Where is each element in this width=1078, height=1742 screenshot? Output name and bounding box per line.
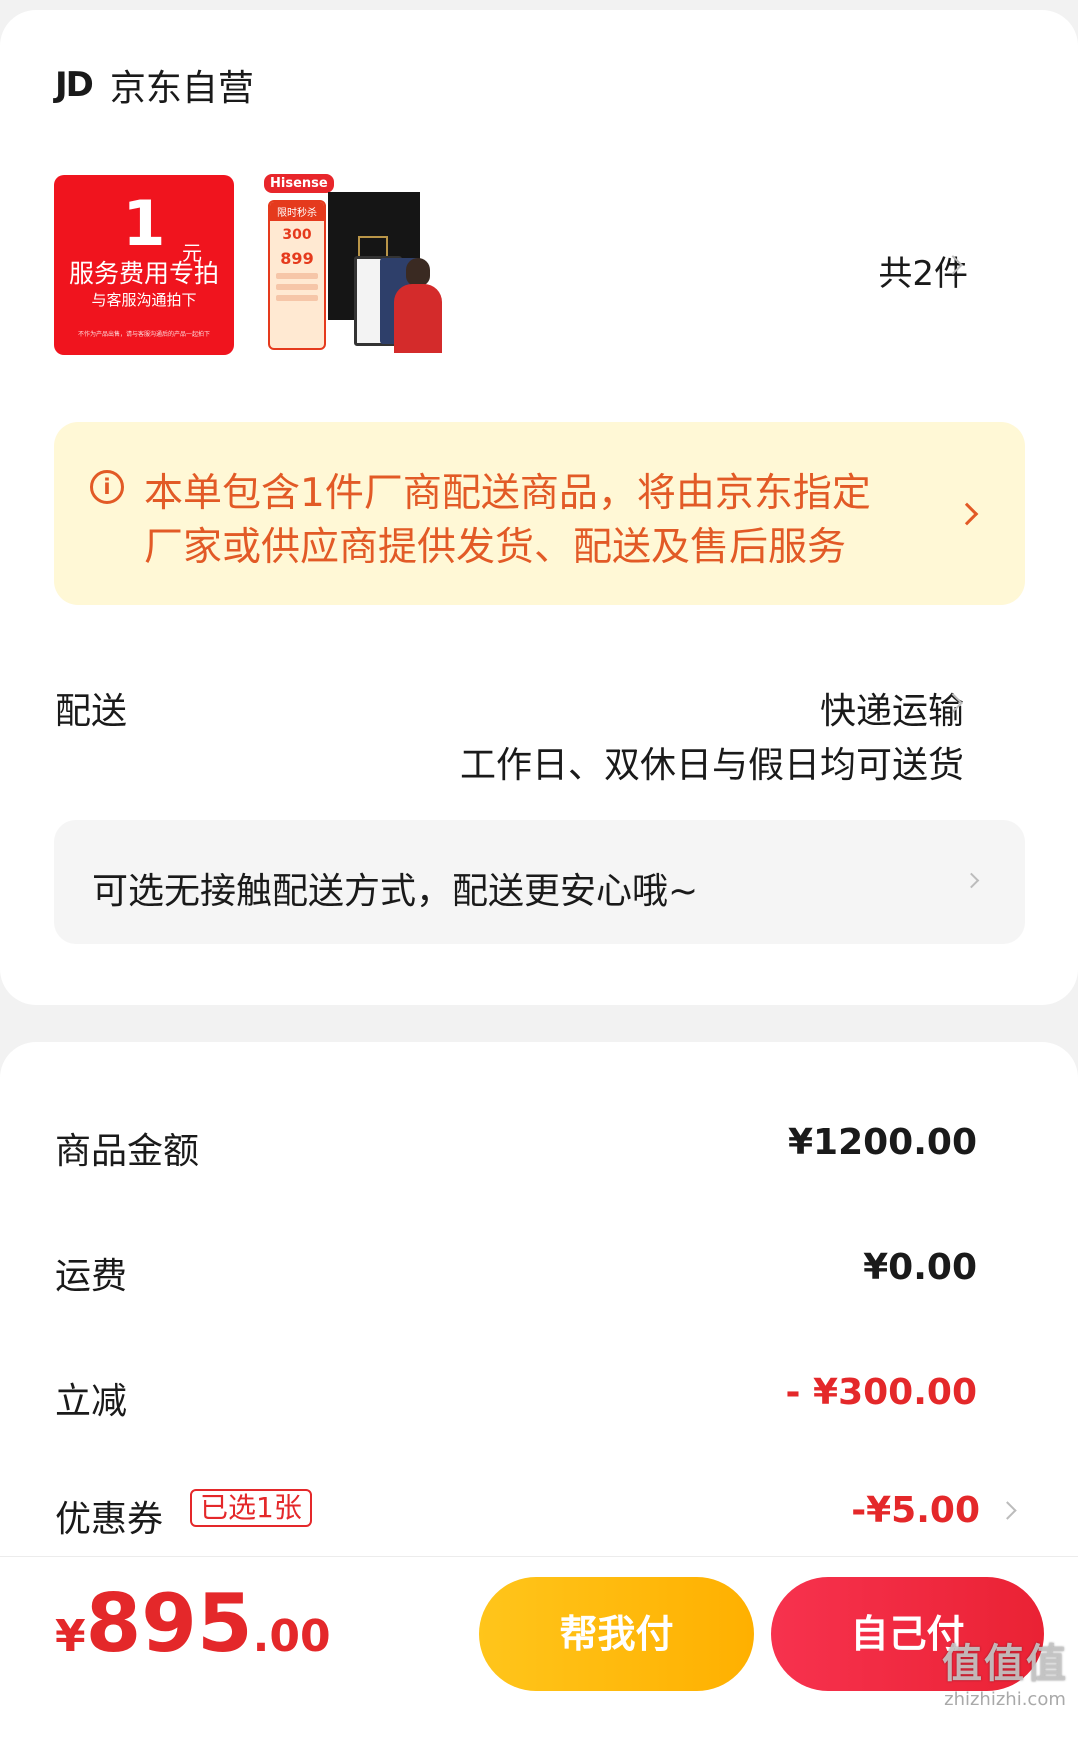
shop-name: 京东自营 xyxy=(109,68,254,109)
total-price: ¥895.00 xyxy=(55,1577,331,1670)
total-integer: 895 xyxy=(85,1577,253,1670)
freight-value: ¥0.00 xyxy=(863,1247,977,1288)
site-watermark: 值值值 zhizhizhi.com xyxy=(942,1631,1068,1710)
notice-line-2: 厂家或供应商提供发货、配送及售后服务 xyxy=(144,525,847,570)
contactless-text: 可选无接触配送方式，配送更安心哦~ xyxy=(92,871,699,912)
service-thumb-note: 不作为产品出售，请与客服沟通后的产品一起拍下 xyxy=(77,331,210,338)
shipping-method[interactable]: 快递运输 xyxy=(820,682,964,734)
service-thumb-amount: 1 xyxy=(122,187,166,260)
coupon-label: 优惠券 xyxy=(55,1499,164,1540)
contactless-delivery-option[interactable]: 可选无接触配送方式，配送更安心哦~ xyxy=(54,820,1025,944)
promo-discount: 300 xyxy=(282,227,312,243)
jd-logo-icon: JD xyxy=(55,65,94,105)
goods-amount-label: 商品金额 xyxy=(55,1131,200,1172)
watermark-logo: 值值值 xyxy=(942,1641,1068,1687)
vendor-shipping-notice[interactable]: i 本单包含1件厂商配送商品，将由京东指定 厂家或供应商提供发货、配送及售后服务 xyxy=(54,422,1025,605)
chevron-right-icon xyxy=(955,502,979,526)
spokesperson-image xyxy=(392,258,444,353)
service-thumb-title: 服务费用专拍 xyxy=(68,259,219,288)
promo-card: 限时秒杀 300 899 xyxy=(268,200,326,350)
help-me-pay-button[interactable]: 帮我付 xyxy=(479,1577,754,1691)
currency-symbol: ¥ xyxy=(55,1611,86,1662)
promo-line xyxy=(276,295,318,301)
discount-label: 立减 xyxy=(55,1381,128,1422)
freight-label: 运费 xyxy=(55,1256,128,1297)
coupon-value[interactable]: -¥5.00 xyxy=(851,1490,980,1531)
notice-line-1: 本单包含1件厂商配送商品，将由京东指定 xyxy=(144,471,871,516)
shipping-time: 工作日、双休日与假日均可送货 xyxy=(459,745,964,786)
service-fee-thumbnail[interactable]: 1 元 服务费用专拍 与客服沟通拍下 不作为产品出售，请与客服沟通后的产品一起拍… xyxy=(54,175,234,355)
info-icon: i xyxy=(90,470,124,504)
checkout-bar: ¥895.00 帮我付 自己付 值值值 zhizhizhi.com xyxy=(0,1556,1078,1716)
chevron-right-icon xyxy=(963,872,980,889)
discount-value: - ¥300.00 xyxy=(785,1372,977,1413)
person-head xyxy=(406,258,430,286)
promo-line xyxy=(276,273,318,279)
promo-head: 限时秒杀 xyxy=(270,202,324,221)
watermark-url: zhizhizhi.com xyxy=(944,1689,1066,1710)
promo-line xyxy=(276,284,318,290)
product-thumbnail[interactable]: Hisense 限时秒杀 300 899 xyxy=(264,172,449,357)
service-thumb-subtitle: 与客服沟通拍下 xyxy=(91,291,197,309)
coupon-selected-tag[interactable]: 已选1张 xyxy=(190,1489,312,1527)
order-card: JD 京东自营 1 元 服务费用专拍 与客服沟通拍下 不作为产品出售，请与客服沟… xyxy=(0,10,1078,1005)
person-body xyxy=(394,284,442,353)
shop-header[interactable]: JD 京东自营 xyxy=(55,60,254,110)
shipping-label: 配送 xyxy=(55,691,128,732)
promo-price: 899 xyxy=(280,249,314,268)
total-decimal: .00 xyxy=(252,1611,331,1662)
goods-amount-value: ¥1200.00 xyxy=(787,1122,977,1163)
brand-tag: Hisense xyxy=(264,174,334,193)
